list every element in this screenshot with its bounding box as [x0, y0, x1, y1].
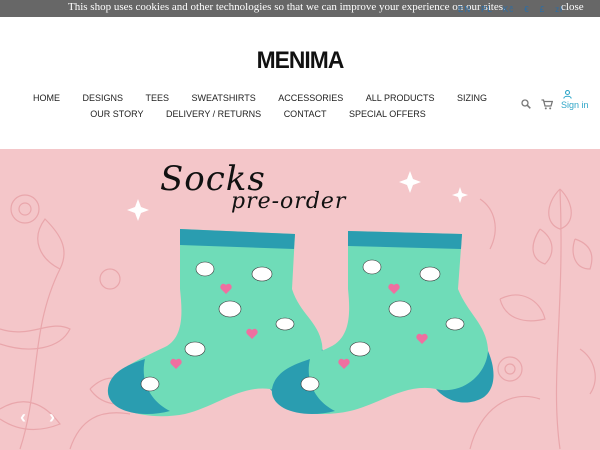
nav-item-accessories[interactable]: ACCESSORIES	[278, 93, 343, 103]
nav-item-all-products[interactable]: ALL PRODUCTS	[366, 93, 435, 103]
cart-icon[interactable]	[541, 99, 553, 110]
currency-eur[interactable]: €	[524, 5, 529, 14]
currency-czk[interactable]: Kč	[503, 5, 514, 14]
hero-slider[interactable]: Socks pre-order ‹ ›	[0, 149, 600, 450]
nav-item-sweatshirts[interactable]: SWEATSHIRTS	[192, 93, 256, 103]
cookie-notice-text: This shop uses cookies and other technol…	[68, 1, 506, 13]
brand-logo[interactable]: MENIMA	[15, 47, 585, 75]
nav-item-our-story[interactable]: OUR STORY	[90, 109, 143, 119]
sign-in-link[interactable]: Sign in	[561, 100, 589, 110]
hero-subtitle: pre-order	[231, 189, 347, 214]
nav-row-primary: HOME DESIGNS TEES SWEATSHIRTS ACCESSORIE…	[0, 93, 520, 103]
nav-item-special-offers[interactable]: SPECIAL OFFERS	[349, 109, 426, 119]
slider-next-arrow-icon[interactable]: ›	[49, 407, 55, 428]
nav-item-sizing[interactable]: SIZING	[457, 93, 487, 103]
slider-prev-arrow-icon[interactable]: ‹	[20, 407, 26, 428]
nav-item-designs[interactable]: DESIGNS	[82, 93, 123, 103]
currency-gbp[interactable]: £	[540, 5, 545, 14]
currency-pln[interactable]: zł	[555, 5, 563, 14]
search-icon[interactable]	[521, 99, 531, 109]
lang-en[interactable]: EN	[458, 5, 471, 14]
language-currency-bar: EN PL Kč € £ zł	[458, 5, 573, 14]
nav-item-tees[interactable]: TEES	[146, 93, 170, 103]
nav-item-delivery-returns[interactable]: DELIVERY / RETURNS	[166, 109, 261, 119]
nav-item-contact[interactable]: CONTACT	[284, 109, 327, 119]
floral-pattern-right	[469, 188, 596, 450]
user-icon[interactable]	[563, 90, 572, 99]
lang-pl[interactable]: PL	[481, 5, 493, 14]
nav-row-secondary: OUR STORY DELIVERY / RETURNS CONTACT SPE…	[0, 109, 518, 119]
nav-item-home[interactable]: HOME	[33, 93, 60, 103]
